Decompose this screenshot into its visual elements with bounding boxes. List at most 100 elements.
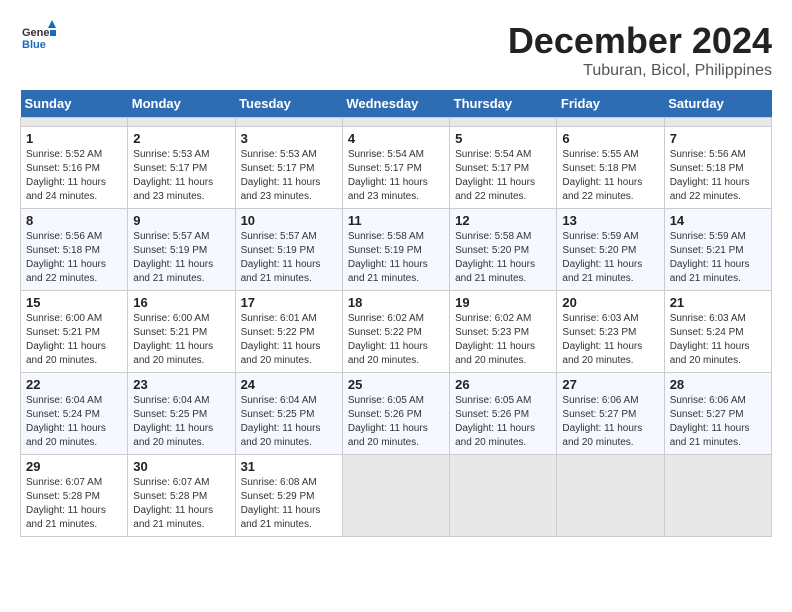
calendar-cell: 12 Sunrise: 5:58 AMSunset: 5:20 PMDayligh…	[450, 209, 557, 291]
title-area: December 2024 Tuburan, Bicol, Philippine…	[508, 20, 772, 80]
calendar-cell: 11 Sunrise: 5:58 AMSunset: 5:19 PMDayligh…	[342, 209, 449, 291]
logo: General Blue	[20, 20, 60, 56]
day-number: 1	[26, 131, 122, 146]
day-detail: Sunrise: 5:56 AMSunset: 5:18 PMDaylight:…	[670, 148, 766, 204]
svg-text:Blue: Blue	[22, 39, 46, 51]
column-header-friday: Friday	[557, 90, 664, 118]
calendar-cell	[450, 455, 557, 537]
calendar-cell: 20 Sunrise: 6:03 AMSunset: 5:23 PMDayligh…	[557, 291, 664, 373]
calendar-week-3: 8Sunrise: 5:56 AMSunset: 5:18 PMDaylight…	[21, 209, 772, 291]
calendar-cell: 10 Sunrise: 5:57 AMSunset: 5:19 PMDayligh…	[235, 209, 342, 291]
day-detail: Sunrise: 5:55 AMSunset: 5:18 PMDaylight:…	[562, 148, 658, 204]
calendar-cell: 2Sunrise: 5:53 AMSunset: 5:17 PMDaylight…	[128, 127, 235, 209]
day-detail: Sunrise: 5:53 AMSunset: 5:17 PMDaylight:…	[241, 148, 337, 204]
day-number: 21	[670, 295, 766, 310]
column-header-saturday: Saturday	[664, 90, 771, 118]
calendar-cell: 16 Sunrise: 6:00 AMSunset: 5:21 PMDayligh…	[128, 291, 235, 373]
calendar-cell: 9 Sunrise: 5:57 AMSunset: 5:19 PMDaylight…	[128, 209, 235, 291]
day-detail: Sunrise: 6:04 AMSunset: 5:25 PMDaylight:…	[133, 394, 229, 450]
calendar-week-6: 29 Sunrise: 6:07 AMSunset: 5:28 PMDayligh…	[21, 455, 772, 537]
day-number: 30	[133, 459, 229, 474]
calendar-cell	[21, 118, 128, 127]
calendar-cell: 27 Sunrise: 6:06 AMSunset: 5:27 PMDayligh…	[557, 373, 664, 455]
day-detail: Sunrise: 6:07 AMSunset: 5:28 PMDaylight:…	[26, 476, 122, 532]
calendar-cell: 26Sunrise: 6:05 AMSunset: 5:26 PMDayligh…	[450, 373, 557, 455]
page-header: General Blue December 2024 Tuburan, Bico…	[20, 20, 772, 80]
calendar-cell: 31Sunrise: 6:08 AMSunset: 5:29 PMDayligh…	[235, 455, 342, 537]
day-detail: Sunrise: 5:59 AMSunset: 5:21 PMDaylight:…	[670, 230, 766, 286]
day-number: 28	[670, 377, 766, 392]
day-detail: Sunrise: 6:04 AMSunset: 5:25 PMDaylight:…	[241, 394, 337, 450]
day-number: 25	[348, 377, 444, 392]
day-number: 20	[562, 295, 658, 310]
day-number: 3	[241, 131, 337, 146]
calendar-cell: 18Sunrise: 6:02 AMSunset: 5:22 PMDayligh…	[342, 291, 449, 373]
day-number: 9	[133, 213, 229, 228]
day-detail: Sunrise: 6:03 AMSunset: 5:23 PMDaylight:…	[562, 312, 658, 368]
calendar-table: SundayMondayTuesdayWednesdayThursdayFrid…	[20, 90, 772, 537]
calendar-cell: 6Sunrise: 5:55 AMSunset: 5:18 PMDaylight…	[557, 127, 664, 209]
day-detail: Sunrise: 5:54 AMSunset: 5:17 PMDaylight:…	[455, 148, 551, 204]
day-number: 17	[241, 295, 337, 310]
day-detail: Sunrise: 6:06 AMSunset: 5:27 PMDaylight:…	[670, 394, 766, 450]
day-detail: Sunrise: 6:06 AMSunset: 5:27 PMDaylight:…	[562, 394, 658, 450]
column-header-monday: Monday	[128, 90, 235, 118]
day-number: 12	[455, 213, 551, 228]
day-number: 4	[348, 131, 444, 146]
day-number: 14	[670, 213, 766, 228]
calendar-week-5: 22Sunrise: 6:04 AMSunset: 5:24 PMDayligh…	[21, 373, 772, 455]
day-detail: Sunrise: 5:56 AMSunset: 5:18 PMDaylight:…	[26, 230, 122, 286]
calendar-cell	[342, 455, 449, 537]
calendar-week-1	[21, 118, 772, 127]
calendar-week-2: 1Sunrise: 5:52 AMSunset: 5:16 PMDaylight…	[21, 127, 772, 209]
day-detail: Sunrise: 6:01 AMSunset: 5:22 PMDaylight:…	[241, 312, 337, 368]
day-detail: Sunrise: 5:57 AMSunset: 5:19 PMDaylight:…	[133, 230, 229, 286]
column-header-thursday: Thursday	[450, 90, 557, 118]
calendar-cell: 15Sunrise: 6:00 AMSunset: 5:21 PMDayligh…	[21, 291, 128, 373]
calendar-cell: 7 Sunrise: 5:56 AMSunset: 5:18 PMDaylight…	[664, 127, 771, 209]
day-detail: Sunrise: 6:08 AMSunset: 5:29 PMDaylight:…	[241, 476, 337, 532]
day-number: 18	[348, 295, 444, 310]
day-number: 7	[670, 131, 766, 146]
calendar-cell	[342, 118, 449, 127]
calendar-cell	[235, 118, 342, 127]
calendar-cell: 29 Sunrise: 6:07 AMSunset: 5:28 PMDayligh…	[21, 455, 128, 537]
calendar-cell	[557, 118, 664, 127]
day-number: 10	[241, 213, 337, 228]
day-number: 15	[26, 295, 122, 310]
calendar-title: December 2024	[508, 20, 772, 62]
calendar-cell: 22Sunrise: 6:04 AMSunset: 5:24 PMDayligh…	[21, 373, 128, 455]
calendar-cell: 24 Sunrise: 6:04 AMSunset: 5:25 PMDayligh…	[235, 373, 342, 455]
day-detail: Sunrise: 5:53 AMSunset: 5:17 PMDaylight:…	[133, 148, 229, 204]
day-number: 19	[455, 295, 551, 310]
day-detail: Sunrise: 5:57 AMSunset: 5:19 PMDaylight:…	[241, 230, 337, 286]
calendar-cell	[664, 455, 771, 537]
column-header-tuesday: Tuesday	[235, 90, 342, 118]
calendar-cell: 14 Sunrise: 5:59 AMSunset: 5:21 PMDayligh…	[664, 209, 771, 291]
day-detail: Sunrise: 5:59 AMSunset: 5:20 PMDaylight:…	[562, 230, 658, 286]
day-number: 16	[133, 295, 229, 310]
day-detail: Sunrise: 5:58 AMSunset: 5:20 PMDaylight:…	[455, 230, 551, 286]
calendar-cell	[557, 455, 664, 537]
calendar-cell: 4Sunrise: 5:54 AMSunset: 5:17 PMDaylight…	[342, 127, 449, 209]
calendar-cell	[450, 118, 557, 127]
calendar-cell: 13 Sunrise: 5:59 AMSunset: 5:20 PMDayligh…	[557, 209, 664, 291]
day-number: 23	[133, 377, 229, 392]
day-number: 27	[562, 377, 658, 392]
calendar-subtitle: Tuburan, Bicol, Philippines	[508, 62, 772, 80]
calendar-cell: 1Sunrise: 5:52 AMSunset: 5:16 PMDaylight…	[21, 127, 128, 209]
day-number: 13	[562, 213, 658, 228]
day-detail: Sunrise: 6:00 AMSunset: 5:21 PMDaylight:…	[133, 312, 229, 368]
calendar-cell: 21Sunrise: 6:03 AMSunset: 5:24 PMDayligh…	[664, 291, 771, 373]
day-detail: Sunrise: 6:07 AMSunset: 5:28 PMDaylight:…	[133, 476, 229, 532]
day-detail: Sunrise: 5:58 AMSunset: 5:19 PMDaylight:…	[348, 230, 444, 286]
day-number: 29	[26, 459, 122, 474]
day-number: 5	[455, 131, 551, 146]
day-number: 11	[348, 213, 444, 228]
logo-icon: General Blue	[20, 20, 56, 56]
calendar-cell: 30 Sunrise: 6:07 AMSunset: 5:28 PMDayligh…	[128, 455, 235, 537]
day-detail: Sunrise: 6:05 AMSunset: 5:26 PMDaylight:…	[455, 394, 551, 450]
calendar-cell	[128, 118, 235, 127]
column-header-wednesday: Wednesday	[342, 90, 449, 118]
day-number: 24	[241, 377, 337, 392]
